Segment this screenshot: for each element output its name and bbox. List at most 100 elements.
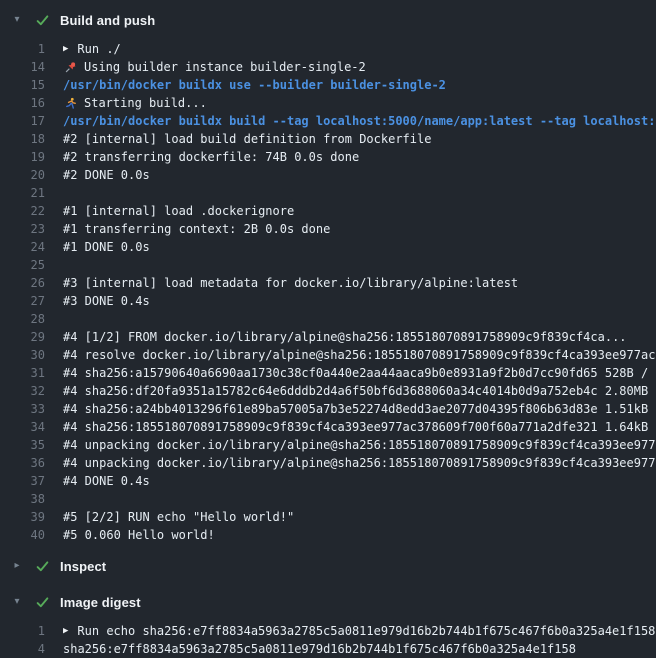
log-text-value: #5 0.060 Hello world!	[63, 526, 215, 544]
line-number[interactable]: 16	[0, 94, 45, 112]
log-text-value: #5 [2/2] RUN echo "Hello world!"	[63, 508, 294, 526]
log-line[interactable]: 31 #4 sha256:a15790640a6690aa1730c38cf0a4…	[0, 364, 656, 382]
log-line[interactable]: 22 #1 [internal] load .dockerignore	[0, 202, 656, 220]
log-line[interactable]: 32 #4 sha256:df20fa9351a15782c64e6dddb2d4…	[0, 382, 656, 400]
log-text-value: /usr/bin/docker buildx build --tag local…	[63, 112, 656, 130]
log-text: #3 DONE 0.4s	[63, 292, 656, 310]
log-line[interactable]: 35 #4 unpacking docker.io/library/alpine@…	[0, 436, 656, 454]
line-number[interactable]: 26	[0, 274, 45, 292]
log-lines: 1 ▶ Run echo sha256:e7ff8834a5963a2785c5a0…	[0, 622, 656, 658]
log-text-value: #4 sha256:df20fa9351a15782c64e6dddb2d4a6…	[63, 382, 656, 400]
chevron-down-icon[interactable]: ▾	[10, 6, 24, 34]
log-line[interactable]: 25	[0, 256, 656, 274]
line-number[interactable]: 34	[0, 418, 45, 436]
log-text-value: #4 [1/2] FROM docker.io/library/alpine@s…	[63, 328, 627, 346]
log-line[interactable]: 16 Starting build...	[0, 94, 656, 112]
log-text-value: #3 DONE 0.4s	[63, 292, 150, 310]
log-text-value: sha256:e7ff8834a5963a2785c5a0811e979d16b…	[63, 640, 576, 658]
log-text: #1 [internal] load .dockerignore	[63, 202, 656, 220]
line-number[interactable]: 30	[0, 346, 45, 364]
log-line[interactable]: 27 #3 DONE 0.4s	[0, 292, 656, 310]
log-line[interactable]: 33 #4 sha256:a24bb4013296f61e89ba57005a7b…	[0, 400, 656, 418]
line-number[interactable]: 21	[0, 184, 45, 202]
check-icon	[34, 12, 50, 28]
line-number[interactable]: 32	[0, 382, 45, 400]
log-text-value: #4 sha256:a15790640a6690aa1730c38cf0a440…	[63, 364, 656, 382]
log-line[interactable]: 24 #1 DONE 0.0s	[0, 238, 656, 256]
run-expander-icon[interactable]: ▶	[63, 40, 68, 58]
log-text-value: Run echo sha256:e7ff8834a5963a2785c5a081…	[77, 622, 655, 640]
log-line[interactable]: 29 #4 [1/2] FROM docker.io/library/alpine…	[0, 328, 656, 346]
log-line[interactable]: 39 #5 [2/2] RUN echo "Hello world!"	[0, 508, 656, 526]
line-number[interactable]: 40	[0, 526, 45, 544]
log-text-value: #2 transferring dockerfile: 74B 0.0s don…	[63, 148, 359, 166]
section-header-image-digest[interactable]: ▾ Image digest	[0, 588, 656, 616]
log-line[interactable]: 14Using builder instance builder-single-…	[0, 58, 656, 76]
section-header-inspect[interactable]: ▸Inspect	[0, 552, 656, 580]
log-line[interactable]: 21	[0, 184, 656, 202]
line-number[interactable]: 35	[0, 436, 45, 454]
line-number[interactable]: 17	[0, 112, 45, 130]
line-number[interactable]: 1	[0, 622, 45, 640]
line-number[interactable]: 14	[0, 58, 45, 76]
line-number[interactable]: 36	[0, 454, 45, 472]
log-text: #3 [internal] load metadata for docker.i…	[63, 274, 656, 292]
log-text	[63, 490, 656, 508]
log-line[interactable]: 38	[0, 490, 656, 508]
log-line[interactable]: 17/usr/bin/docker buildx build --tag loc…	[0, 112, 656, 130]
section-header-build-and-push[interactable]: ▾Build and push	[0, 6, 656, 34]
line-number[interactable]: 37	[0, 472, 45, 490]
log-line[interactable]: 4 sha256:e7ff8834a5963a2785c5a0811e979d16…	[0, 640, 656, 658]
line-number[interactable]: 15	[0, 76, 45, 94]
log-text-value: #4 resolve docker.io/library/alpine@sha2…	[63, 346, 656, 364]
chevron-right-icon[interactable]: ▸	[10, 552, 24, 580]
log-line[interactable]: 26 #3 [internal] load metadata for docker…	[0, 274, 656, 292]
log-line[interactable]: 15/usr/bin/docker buildx use --builder b…	[0, 76, 656, 94]
log-line[interactable]: 36#4 unpacking docker.io/library/alpine@…	[0, 454, 656, 472]
log-line[interactable]: 23#1 transferring context: 2B 0.0s done	[0, 220, 656, 238]
line-number[interactable]: 23	[0, 220, 45, 238]
actions-log-viewer: ▾Build and push1▶Run ./14Using builder i…	[0, 0, 656, 658]
run-expander-icon[interactable]: ▶	[63, 622, 68, 640]
log-line[interactable]: 34#4 sha256:185518070891758909c9f839cf4c…	[0, 418, 656, 436]
log-section-image-digest: ▾ Image digest 1 ▶ Run echo sha256:e7ff8834a…	[0, 588, 656, 658]
chevron-down-icon[interactable]: ▾	[10, 588, 24, 616]
line-number[interactable]: 18	[0, 130, 45, 148]
log-text: #1 DONE 0.0s	[63, 238, 656, 256]
line-number[interactable]: 22	[0, 202, 45, 220]
log-line[interactable]: 30 #4 resolve docker.io/library/alpine@sh…	[0, 346, 656, 364]
log-line[interactable]: 1 ▶ Run echo sha256:e7ff8834a5963a2785c5a0…	[0, 622, 656, 640]
line-number[interactable]: 19	[0, 148, 45, 166]
line-number[interactable]: 38	[0, 490, 45, 508]
line-number[interactable]: 25	[0, 256, 45, 274]
log-text-value: #4 unpacking docker.io/library/alpine@sh…	[63, 436, 656, 454]
log-line[interactable]: 18#2 [internal] load build definition fr…	[0, 130, 656, 148]
line-number[interactable]: 28	[0, 310, 45, 328]
section-title: Image digest	[60, 595, 141, 610]
log-line[interactable]: 40 #5 0.060 Hello world!	[0, 526, 656, 544]
line-number[interactable]: 33	[0, 400, 45, 418]
line-number[interactable]: 31	[0, 364, 45, 382]
log-line[interactable]: 20#2 DONE 0.0s	[0, 166, 656, 184]
log-text	[63, 256, 656, 274]
log-text: #5 [2/2] RUN echo "Hello world!"	[63, 508, 656, 526]
line-number[interactable]: 24	[0, 238, 45, 256]
log-line[interactable]: 28	[0, 310, 656, 328]
line-number[interactable]: 1	[0, 40, 45, 58]
log-line[interactable]: 1▶Run ./	[0, 40, 656, 58]
log-line[interactable]: 37#4 DONE 0.4s	[0, 472, 656, 490]
line-number[interactable]: 39	[0, 508, 45, 526]
log-text: #4 sha256:a24bb4013296f61e89ba57005a7b3e…	[63, 400, 656, 418]
pushpin-icon	[63, 60, 77, 74]
command-text: /usr/bin/docker buildx use --builder bui…	[63, 76, 656, 94]
log-text: #5 0.060 Hello world!	[63, 526, 656, 544]
line-number[interactable]: 27	[0, 292, 45, 310]
log-text: Starting build...	[63, 94, 656, 112]
line-number[interactable]: 4	[0, 640, 45, 658]
line-number[interactable]: 29	[0, 328, 45, 346]
line-number[interactable]: 20	[0, 166, 45, 184]
log-line[interactable]: 19 #2 transferring dockerfile: 74B 0.0s d…	[0, 148, 656, 166]
log-text: #4 sha256:df20fa9351a15782c64e6dddb2d4a6…	[63, 382, 656, 400]
check-icon	[34, 558, 50, 574]
check-icon	[34, 594, 50, 610]
